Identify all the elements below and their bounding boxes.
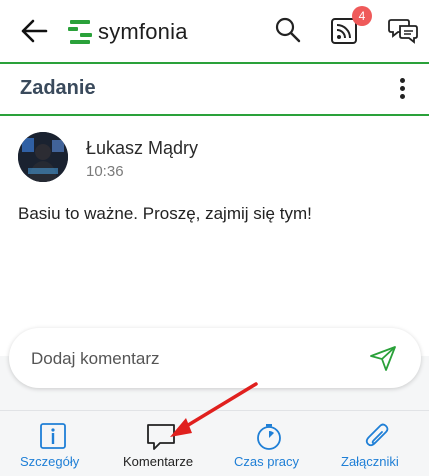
comment-input[interactable] (29, 346, 353, 372)
timer-icon (257, 424, 281, 450)
top-app-bar: symfonia 4 (0, 0, 429, 64)
chat-icon[interactable] (388, 16, 418, 44)
info-icon (40, 423, 66, 449)
nav-label: Komentarze (123, 454, 194, 469)
search-icon[interactable] (274, 16, 302, 44)
logo-text: symfonia (98, 19, 188, 44)
notification-badge: 4 (352, 6, 372, 26)
back-arrow-icon[interactable] (20, 18, 48, 44)
bottom-nav: Szczegóły Komentarze Czas pracy Załączni… (0, 410, 429, 476)
avatar (18, 132, 68, 182)
comment-time: 10:36 (86, 163, 124, 180)
comment-author: Łukasz Mądry (86, 138, 199, 158)
page-title: Zadanie (20, 77, 96, 99)
title-bar: Zadanie (0, 64, 429, 116)
symfonia-logo: symfonia (68, 17, 188, 47)
send-icon[interactable] (369, 345, 397, 371)
nav-item-czas-pracy[interactable]: Czas pracy (214, 411, 321, 476)
comment-text: Basiu to ważne. Proszę, zajmij się tym! (18, 204, 312, 223)
nav-label: Załączniki (341, 454, 399, 469)
nav-label: Czas pracy (234, 454, 300, 469)
nav-label: Szczegóły (20, 454, 80, 469)
paperclip-icon (365, 423, 389, 447)
avatar-image (18, 132, 68, 182)
nav-item-szczegoly[interactable]: Szczegóły (0, 411, 107, 476)
nav-item-zalaczniki[interactable]: Załączniki (321, 411, 429, 476)
logo-mark-icon (68, 20, 92, 44)
comment-icon (147, 424, 175, 450)
nav-item-komentarze[interactable]: Komentarze (107, 411, 214, 476)
comment-composer (9, 328, 421, 388)
more-options-icon[interactable] (396, 78, 408, 102)
